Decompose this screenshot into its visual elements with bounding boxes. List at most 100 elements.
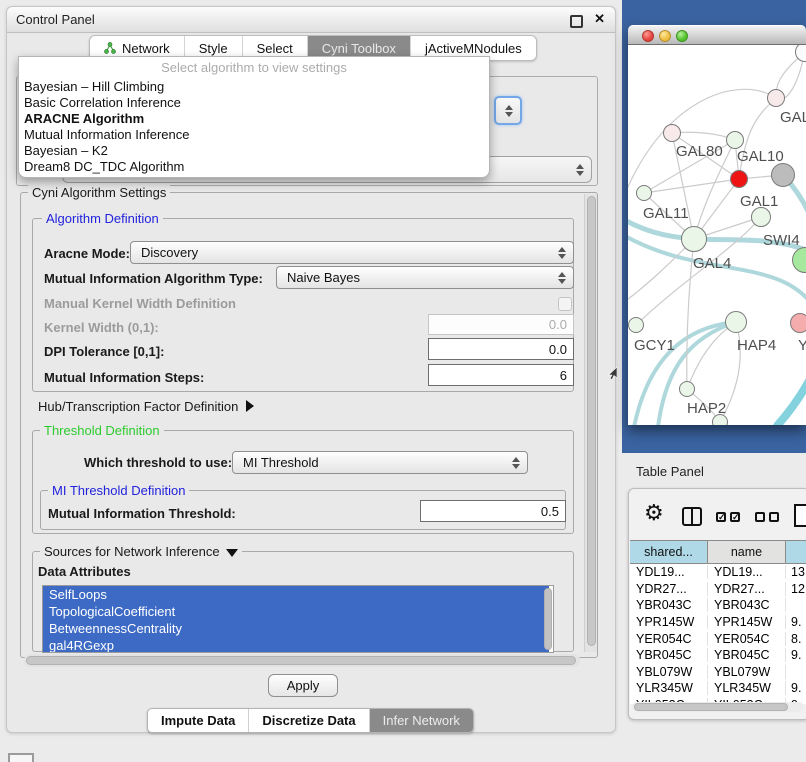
close-traffic-light-icon[interactable] — [642, 30, 654, 42]
table-rows: YDL19...YDL19...13YDR27...YDR27...12YBR0… — [630, 564, 806, 704]
mi-threshold-field[interactable]: 0.5 — [420, 500, 566, 522]
tab-select-label: Select — [257, 41, 293, 56]
checked-checkbox-icon[interactable]: ✓ — [716, 512, 726, 522]
kernel-width-field[interactable]: 0.0 — [428, 314, 574, 335]
algorithm-option[interactable]: Mutual Information Inference — [19, 127, 489, 143]
which-threshold-combo[interactable]: MI Threshold — [232, 451, 528, 474]
data-attributes-label: Data Attributes — [38, 564, 131, 579]
column-header-clipped[interactable] — [786, 541, 806, 563]
node-label: GAL10 — [737, 148, 784, 165]
network-node-y[interactable] — [790, 313, 806, 333]
data-attribute-item[interactable]: TopologicalCoefficient — [43, 603, 549, 620]
mi-type-combo[interactable]: Naive Bayes — [276, 266, 574, 289]
algorithm-option[interactable]: ARACNE Algorithm — [19, 111, 489, 127]
table-cell: YLR345W — [708, 681, 786, 695]
minimize-traffic-light-icon[interactable] — [659, 30, 671, 42]
combo-stepper-icon — [512, 457, 520, 469]
tab-network-label: Network — [122, 41, 170, 56]
which-threshold-value: MI Threshold — [243, 455, 319, 470]
network-node-gal1[interactable] — [751, 207, 771, 227]
mouse-cursor — [607, 367, 617, 381]
unchecked-checkbox-icon[interactable] — [769, 512, 779, 522]
network-node-gal[interactable] — [767, 89, 785, 107]
table-cell: YBR045C — [630, 648, 708, 662]
settings-vertical-scrollbar[interactable] — [584, 194, 597, 652]
hub-section-toggle[interactable]: Hub/Transcription Factor Definition — [38, 399, 254, 414]
network-node[interactable] — [730, 170, 748, 188]
network-node-gcy1[interactable] — [628, 317, 644, 333]
data-attribute-item[interactable]: gal4RGexp — [43, 637, 549, 653]
table-row[interactable]: YBR043CYBR043C — [630, 597, 806, 614]
apply-button[interactable]: Apply — [268, 674, 338, 697]
network-canvas[interactable]: GALGAL80GAL10GAL1GAL11SWI4GAL4GCY1HAP4YH… — [628, 45, 806, 425]
gear-icon[interactable]: ⚙ — [644, 502, 664, 524]
network-node-hap2[interactable] — [679, 381, 695, 397]
network-node-gal11[interactable] — [636, 185, 652, 201]
float-window-icon[interactable] — [570, 15, 583, 28]
network-node[interactable] — [771, 163, 795, 187]
node-label: GAL80 — [676, 143, 723, 160]
table-cell: 8. — [786, 632, 806, 646]
table-row[interactable]: YLR345WYLR345W9. — [630, 680, 806, 697]
mi-steps-field[interactable]: 6 — [428, 364, 574, 386]
algorithm-option[interactable]: Dream8 DC_TDC Algorithm — [19, 159, 489, 175]
settings-horizontal-scrollbar[interactable] — [24, 654, 580, 667]
dpi-tolerance-field[interactable]: 0.0 — [428, 338, 574, 360]
minimized-panel-icon[interactable] — [8, 753, 34, 762]
checked-checkbox-icon[interactable]: ✓ — [730, 512, 740, 522]
mi-steps-label: Mutual Information Steps: — [44, 370, 204, 385]
aracne-mode-label: Aracne Mode: — [44, 246, 130, 261]
bottom-tabbar: Impute Data Discretize Data Infer Networ… — [147, 708, 474, 733]
mi-threshold-value: 0.5 — [541, 504, 559, 519]
tab-jactivemnodules-label: jActiveMNodules — [425, 41, 522, 56]
table-row[interactable]: YBR045CYBR045C9. — [630, 647, 806, 664]
tab-impute-data[interactable]: Impute Data — [148, 709, 248, 732]
aracne-mode-combo[interactable]: Discovery — [130, 241, 574, 264]
zoom-traffic-light-icon[interactable] — [676, 30, 688, 42]
table-row[interactable]: YDL19...YDL19...13 — [630, 564, 806, 581]
tab-infer-network[interactable]: Infer Network — [369, 709, 473, 732]
unchecked-checkbox-icon[interactable] — [755, 512, 765, 522]
close-window-icon[interactable]: ✕ — [594, 11, 605, 27]
which-threshold-label: Which threshold to use: — [84, 455, 232, 470]
network-node-gal80[interactable] — [663, 124, 681, 142]
node-label: GCY1 — [634, 337, 675, 354]
table-cell: YBR043C — [708, 598, 786, 612]
algorithm-option[interactable]: Basic Correlation Inference — [19, 95, 489, 111]
manual-kernel-checkbox[interactable] — [558, 297, 572, 311]
table-horizontal-scrollbar[interactable] — [632, 702, 804, 712]
table-panel-title: Table Panel — [636, 464, 704, 479]
sources-legend-toggle[interactable]: Sources for Network Inference — [40, 544, 242, 559]
data-attribute-item[interactable]: SelfLoops — [43, 586, 549, 603]
attribute-list-scrollbar[interactable] — [544, 588, 552, 650]
hub-section-label: Hub/Transcription Factor Definition — [38, 399, 238, 414]
table-row[interactable]: YER054CYER054C8. — [630, 630, 806, 647]
node-label: GAL1 — [740, 193, 778, 210]
tab-impute-data-label: Impute Data — [161, 713, 235, 728]
inference-algorithm-combo-fragment[interactable] — [494, 96, 522, 125]
column-header-name[interactable]: name — [708, 541, 786, 563]
column-header-shared-name[interactable]: shared... — [630, 541, 708, 563]
table-row[interactable]: YPR145WYPR145W9. — [630, 614, 806, 631]
tab-infer-network-label: Infer Network — [383, 713, 460, 728]
network-node-gal10[interactable] — [726, 131, 744, 149]
node-label: Y — [798, 337, 806, 354]
table-cell: 12 — [786, 582, 806, 596]
table-row[interactable]: YDR27...YDR27...12 — [630, 581, 806, 598]
tab-discretize-data[interactable]: Discretize Data — [248, 709, 368, 732]
table-cell: YDL19... — [708, 565, 786, 579]
split-view-icon[interactable] — [682, 507, 702, 526]
new-table-icon[interactable] — [794, 504, 806, 527]
network-node-hap4[interactable] — [725, 311, 747, 333]
algorithm-option[interactable]: Bayesian – K2 — [19, 143, 489, 159]
data-attributes-items: SelfLoopsTopologicalCoefficientBetweenne… — [43, 586, 553, 653]
network-node[interactable] — [712, 414, 728, 425]
network-window-titlebar[interactable] — [628, 25, 806, 45]
algorithm-option[interactable]: Bayesian – Hill Climbing — [19, 79, 489, 95]
control-panel-titlebar[interactable]: Control Panel ✕ — [7, 7, 615, 33]
table-cell: YBR043C — [630, 598, 708, 612]
table-row[interactable]: YBL079WYBL079W — [630, 664, 806, 681]
network-window[interactable]: GALGAL80GAL10GAL1GAL11SWI4GAL4GCY1HAP4YH… — [628, 25, 806, 425]
network-node-gal4[interactable] — [681, 226, 707, 252]
data-attribute-item[interactable]: BetweennessCentrality — [43, 620, 549, 637]
